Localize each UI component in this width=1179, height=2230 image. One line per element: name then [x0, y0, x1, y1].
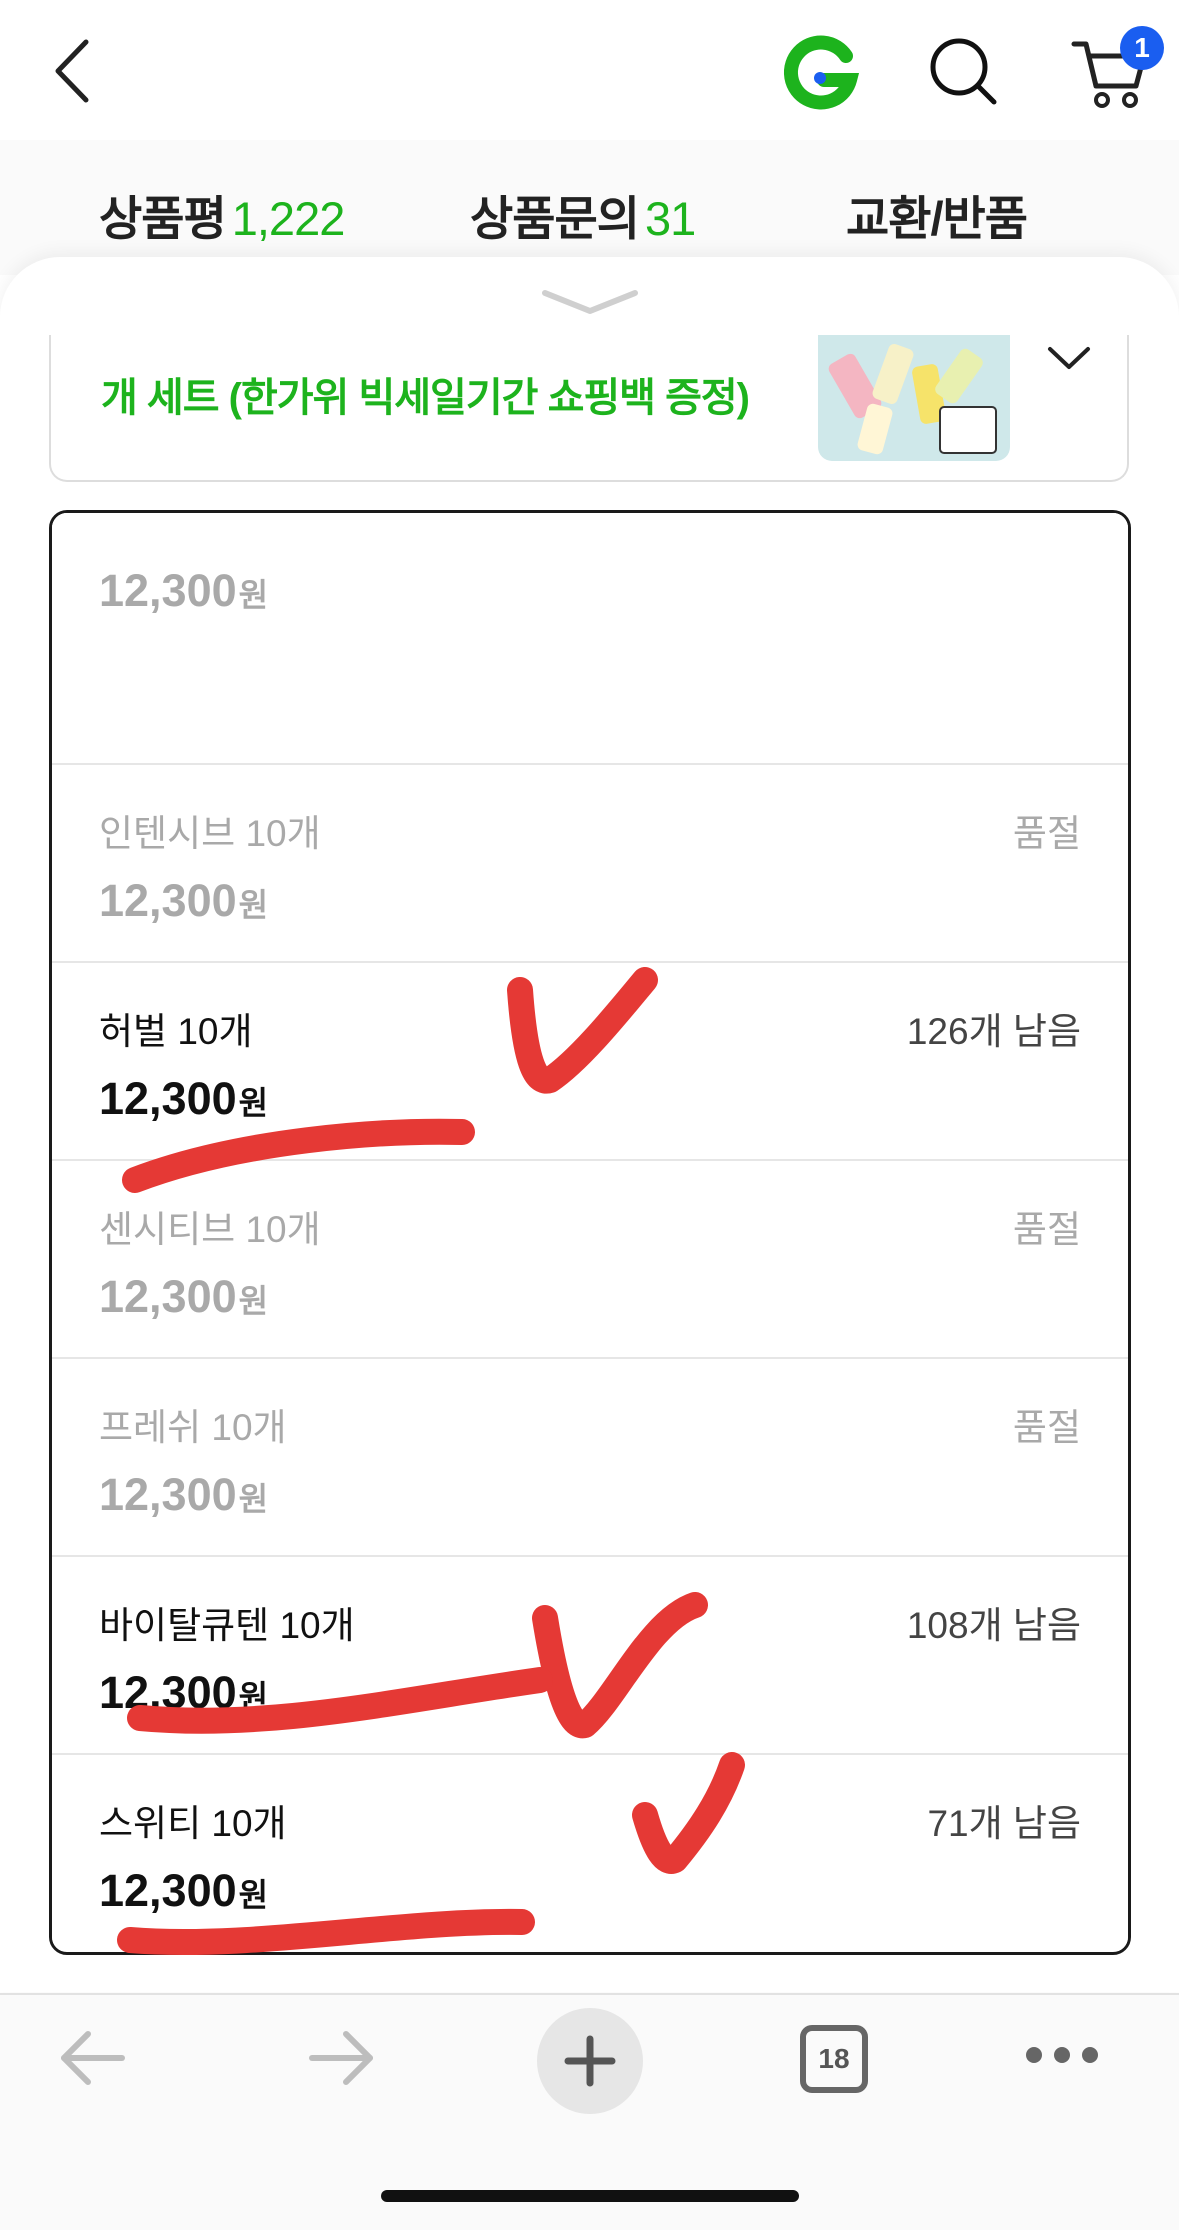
price-unit: 원 [238, 887, 269, 923]
gmarket-g-logo-icon[interactable] [780, 34, 860, 114]
price-unit: 원 [238, 1679, 269, 1715]
product-title: 개 세트 (한가위 빅세일기간 쇼핑백 증정) [101, 376, 750, 420]
arrow-right-icon[interactable] [306, 2030, 376, 2086]
price-unit: 원 [238, 1283, 269, 1319]
chevron-down-icon[interactable] [541, 287, 639, 317]
price-value: 12,300 [99, 1073, 237, 1124]
option-price: 12,300원 [99, 565, 268, 617]
option-price: 12,300원 [99, 875, 268, 927]
price-unit: 원 [238, 1481, 269, 1517]
option-stock-status: 품절 [1012, 813, 1081, 854]
plus-icon [564, 2035, 616, 2087]
option-item[interactable]: 12,300원 [52, 513, 1128, 653]
option-stock-status: 108개 남음 [906, 1605, 1081, 1646]
option-item[interactable]: 프레쉬 10개 품절 12,300원 [52, 1357, 1128, 1555]
chevron-down-icon[interactable] [1046, 343, 1092, 373]
search-icon[interactable] [928, 36, 1000, 108]
option-item[interactable]: 스위티 10개 71개 남음 12,300원 [52, 1753, 1128, 1951]
option-price: 12,300원 [99, 1073, 268, 1125]
price-unit: 원 [238, 1085, 269, 1121]
option-name: 허벌 10개 [99, 1011, 253, 1052]
price-value: 12,300 [99, 1469, 237, 1520]
tab-label: 상품문의 [470, 192, 640, 245]
tab-count: 18 [818, 2043, 850, 2074]
tab-questions[interactable]: 상품문의 31 [470, 180, 696, 249]
home-indicator [381, 2190, 799, 2202]
price-value: 12,300 [99, 1667, 237, 1718]
option-name: 스위티 10개 [99, 1803, 287, 1844]
tab-label: 교환/반품 [846, 192, 1028, 245]
option-item[interactable]: 센시티브 10개 품절 12,300원 [52, 1159, 1128, 1357]
option-price: 12,300원 [99, 1667, 268, 1719]
cart-badge: 1 [1120, 26, 1164, 70]
price-unit: 원 [238, 1877, 269, 1913]
option-stock-status: 126개 남음 [906, 1011, 1081, 1052]
option-name: 인텐시브 10개 [99, 813, 321, 854]
tab-count: 1,222 [231, 192, 346, 245]
option-item[interactable]: 허벌 10개 126개 남음 12,300원 [52, 961, 1128, 1159]
tab-exchange-return[interactable]: 교환/반품 [846, 180, 1028, 249]
tab-count: 31 [644, 192, 696, 245]
option-price: 12,300원 [99, 1271, 268, 1323]
price-value: 12,300 [99, 1865, 237, 1916]
option-price: 12,300원 [99, 1469, 268, 1521]
price-value: 12,300 [99, 1271, 237, 1322]
review-tabs: 상품평 1,222 상품문의 31 교환/반품 [0, 140, 1179, 275]
price-unit: 원 [238, 577, 269, 613]
selected-product-card[interactable]: 개 세트 (한가위 빅세일기간 쇼핑백 증정) [49, 335, 1129, 482]
arrow-left-icon[interactable] [58, 2030, 128, 2086]
option-name: 프레쉬 10개 [99, 1407, 287, 1448]
tab-reviews[interactable]: 상품평 1,222 [99, 180, 346, 249]
option-stock-status: 품절 [1012, 1209, 1081, 1250]
app-header: 1 [0, 0, 1179, 140]
option-name: 센시티브 10개 [99, 1209, 321, 1250]
option-stock-status: 품절 [1012, 1407, 1081, 1448]
option-price: 12,300원 [99, 1865, 268, 1917]
price-value: 12,300 [99, 875, 237, 926]
option-name: 바이탈큐텐 10개 [99, 1605, 355, 1646]
option-item[interactable]: 인텐시브 10개 품절 12,300원 [52, 763, 1128, 961]
tab-count-button[interactable]: 18 [800, 2025, 868, 2093]
tab-label: 상품평 [99, 192, 227, 245]
new-tab-button[interactable] [537, 2008, 643, 2114]
color-option-dropdown[interactable]: 색상 12,300원 인텐시브 10개 품절 12,300원 허벌 10개 12… [49, 510, 1131, 1955]
option-stock-status: 71개 남음 [927, 1803, 1081, 1844]
product-thumbnail [818, 335, 1010, 461]
more-dots-icon[interactable] [1024, 2045, 1100, 2065]
option-item[interactable]: 바이탈큐텐 10개 108개 남음 12,300원 [52, 1555, 1128, 1753]
chevron-left-icon[interactable] [50, 38, 94, 104]
price-value: 12,300 [99, 565, 237, 616]
